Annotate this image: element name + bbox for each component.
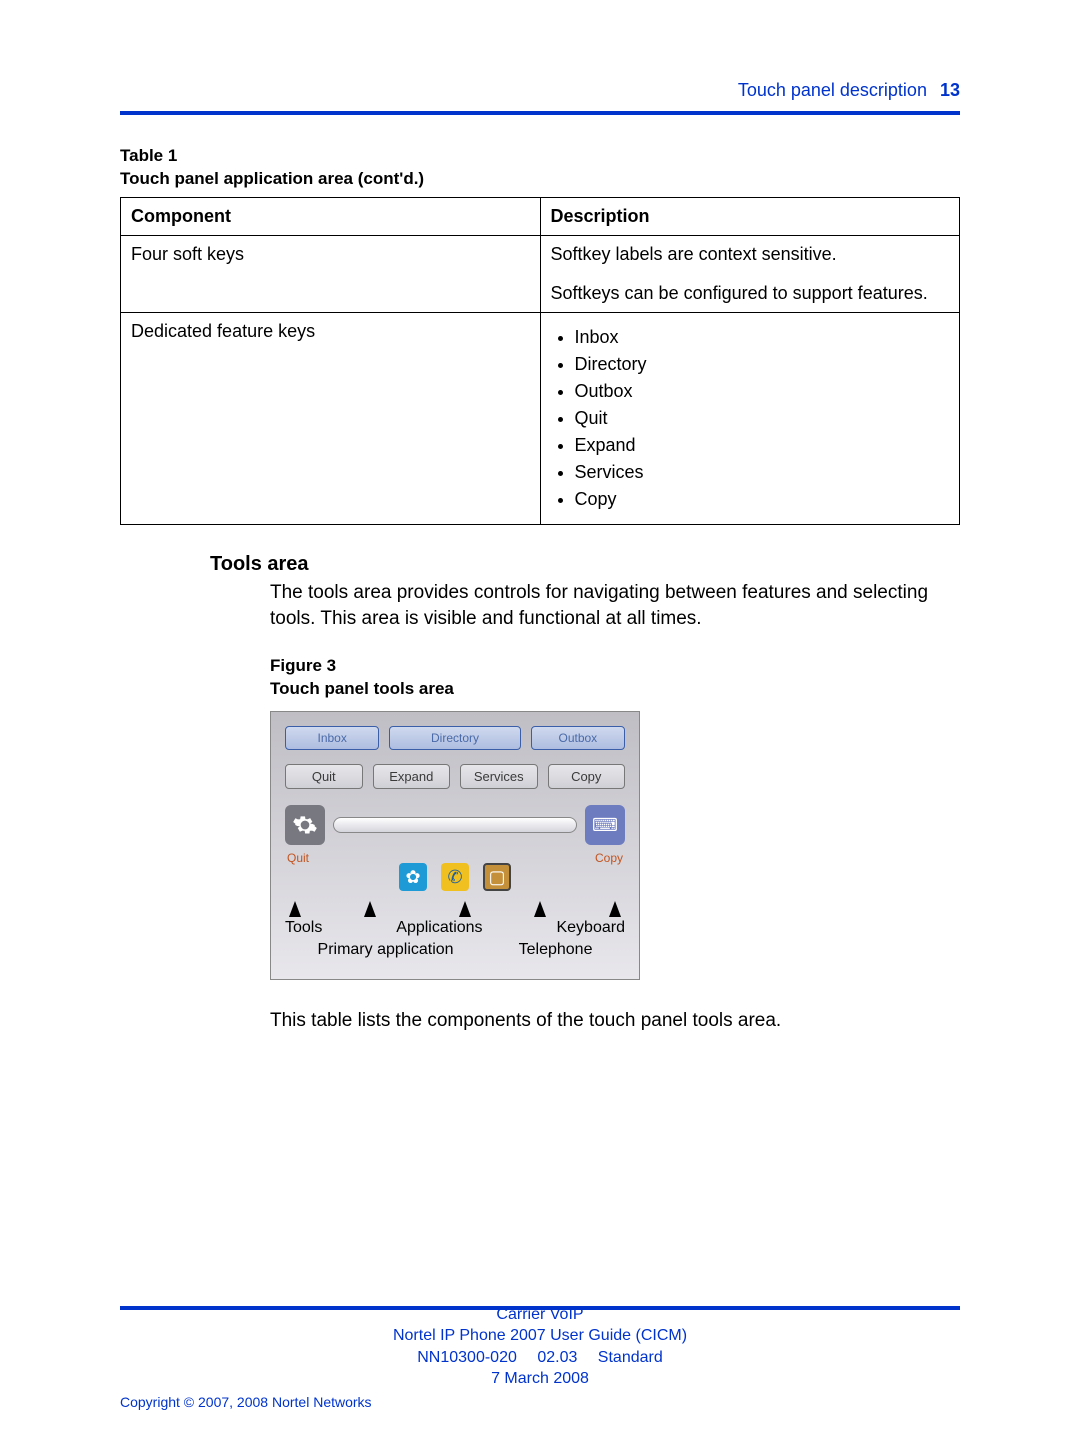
label-copy: Copy xyxy=(595,851,623,865)
label-applications: Applications xyxy=(396,919,482,937)
running-header: Touch panel description 13 xyxy=(120,80,960,101)
arrow-icon xyxy=(459,901,471,917)
button-services[interactable]: Services xyxy=(460,764,538,789)
tool-icon-row: ⌨ xyxy=(285,805,625,845)
app-icons: ✿ ✆ ▢ xyxy=(285,863,625,891)
softkey-inbox[interactable]: Inbox xyxy=(285,726,379,750)
telephone-icon[interactable]: ✆ xyxy=(441,863,469,891)
button-copy[interactable]: Copy xyxy=(548,764,626,789)
component-softkeys: Four soft keys xyxy=(121,235,541,312)
header-rule xyxy=(120,111,960,115)
label-telephone: Telephone xyxy=(519,941,593,959)
button-expand[interactable]: Expand xyxy=(373,764,451,789)
tools-area-figure: Inbox Directory Outbox Quit Expand Servi… xyxy=(270,711,640,980)
softkey-directory[interactable]: Directory xyxy=(389,726,520,750)
table-row: Four soft keys Softkey labels are contex… xyxy=(121,235,960,312)
list-item: Copy xyxy=(575,489,950,510)
col-component: Component xyxy=(121,197,541,235)
tools-heading: Tools area xyxy=(210,553,960,576)
list-item: Quit xyxy=(575,408,950,429)
callout-arrows xyxy=(289,901,621,917)
table-header-row: Component Description xyxy=(121,197,960,235)
figure-title: Touch panel tools area xyxy=(270,679,454,698)
tools-section: Tools area The tools area provides contr… xyxy=(210,553,960,1034)
page-footer: Carrier VoIP Nortel IP Phone 2007 User G… xyxy=(120,1304,960,1390)
list-item: Services xyxy=(575,462,950,483)
table-intro-text: This table lists the components of the t… xyxy=(270,1008,960,1034)
arrow-icon xyxy=(289,901,301,917)
primary-app-icon[interactable]: ✿ xyxy=(399,863,427,891)
softkey-row: Inbox Directory Outbox xyxy=(285,726,625,750)
callout-labels-top: Tools Applications Keyboard xyxy=(285,919,625,937)
list-item: Expand xyxy=(575,435,950,456)
feature-button-row: Quit Expand Services Copy xyxy=(285,764,625,789)
section-title: Touch panel description xyxy=(738,80,927,100)
component-featurekeys: Dedicated feature keys xyxy=(121,312,541,524)
app-shelf xyxy=(333,817,577,833)
button-quit[interactable]: Quit xyxy=(285,764,363,789)
keyboard-icon[interactable]: ⌨ xyxy=(585,805,625,845)
spacer xyxy=(551,265,950,283)
desc-line: Softkey labels are context sensitive. xyxy=(551,244,950,265)
callout-labels-bottom: Primary application Telephone xyxy=(285,941,625,959)
footer-line: Nortel IP Phone 2007 User Guide (CICM) xyxy=(393,1327,687,1344)
softkey-outbox[interactable]: Outbox xyxy=(531,726,625,750)
table-row: Dedicated feature keys Inbox Directory O… xyxy=(121,312,960,524)
list-item: Directory xyxy=(575,354,950,375)
application-area-table: Component Description Four soft keys Sof… xyxy=(120,197,960,525)
list-item: Inbox xyxy=(575,327,950,348)
arrow-icon xyxy=(609,901,621,917)
desc-line: Softkeys can be configured to support fe… xyxy=(551,283,950,304)
page-number: 13 xyxy=(932,80,960,100)
footer-line: Carrier VoIP xyxy=(496,1306,583,1323)
footer-line: NN10300-020 02.03 Standard xyxy=(417,1349,663,1366)
table-number: Table 1 xyxy=(120,146,177,165)
gear-icon[interactable] xyxy=(285,805,325,845)
figure-caption: Figure 3 Touch panel tools area xyxy=(270,655,960,701)
desc-softkeys: Softkey labels are context sensitive. So… xyxy=(540,235,960,312)
label-tools: Tools xyxy=(285,919,322,937)
feature-key-list: Inbox Directory Outbox Quit Expand Servi… xyxy=(551,327,950,510)
label-primary-app: Primary application xyxy=(318,941,454,959)
label-quit: Quit xyxy=(287,851,309,865)
desc-featurekeys: Inbox Directory Outbox Quit Expand Servi… xyxy=(540,312,960,524)
label-keyboard: Keyboard xyxy=(556,919,625,937)
arrow-icon xyxy=(364,901,376,917)
arrow-icon xyxy=(534,901,546,917)
copyright: Copyright © 2007, 2008 Nortel Networks xyxy=(120,1394,372,1410)
list-item: Outbox xyxy=(575,381,950,402)
tools-paragraph: The tools area provides controls for nav… xyxy=(270,580,960,631)
figure-number: Figure 3 xyxy=(270,656,336,675)
table-title: Touch panel application area (cont'd.) xyxy=(120,169,424,188)
footer-line: 7 March 2008 xyxy=(491,1370,589,1387)
col-description: Description xyxy=(540,197,960,235)
applications-icon[interactable]: ▢ xyxy=(483,863,511,891)
table-caption: Table 1 Touch panel application area (co… xyxy=(120,145,960,191)
page: Touch panel description 13 Table 1 Touch… xyxy=(0,0,1080,1440)
